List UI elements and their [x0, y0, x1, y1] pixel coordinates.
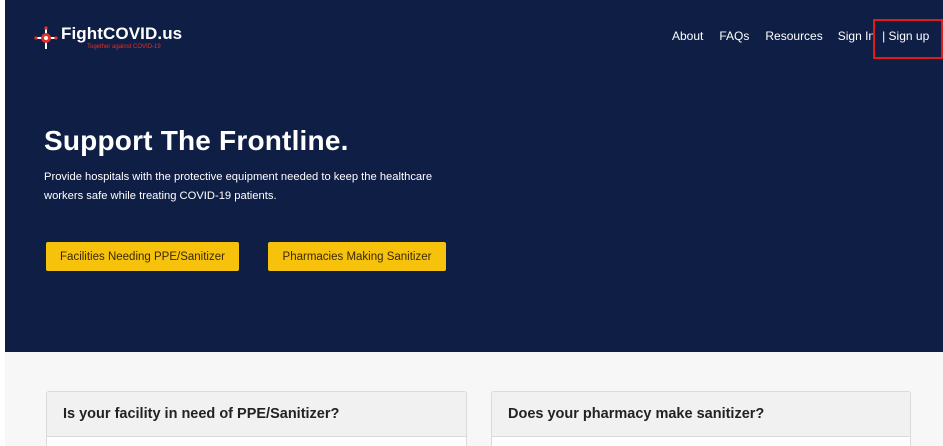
brand-name: FightCOVID.us — [61, 24, 183, 43]
pharmacy-card-header: Does your pharmacy make sanitizer? — [492, 392, 910, 437]
hero-subtitle: Provide hospitals with the protective eq… — [44, 171, 433, 202]
pharmacies-making-sanitizer-button[interactable]: Pharmacies Making Sanitizer — [268, 242, 446, 271]
nav-sign-in-link[interactable]: Sign In — [838, 29, 875, 43]
nav-about-link[interactable]: About — [672, 29, 703, 43]
virus-icon — [33, 26, 59, 49]
nav-faqs-link[interactable]: FAQs — [719, 29, 749, 43]
facility-card-header: Is your facility in need of PPE/Sanitize… — [47, 392, 466, 437]
facilities-needing-ppe-button[interactable]: Facilities Needing PPE/Sanitizer — [46, 242, 239, 271]
facility-card: Is your facility in need of PPE/Sanitize… — [46, 391, 467, 446]
highlight-box — [873, 19, 943, 59]
pharmacy-card: Does your pharmacy make sanitizer? — [491, 391, 911, 446]
nav-resources-link[interactable]: Resources — [765, 29, 822, 43]
brand-tagline: Together against COVID-19 — [87, 44, 161, 50]
hero-title: Support The Frontline. — [44, 125, 349, 156]
brand-logo[interactable]: FightCOVID.us Together against COVID-19 — [33, 24, 182, 50]
